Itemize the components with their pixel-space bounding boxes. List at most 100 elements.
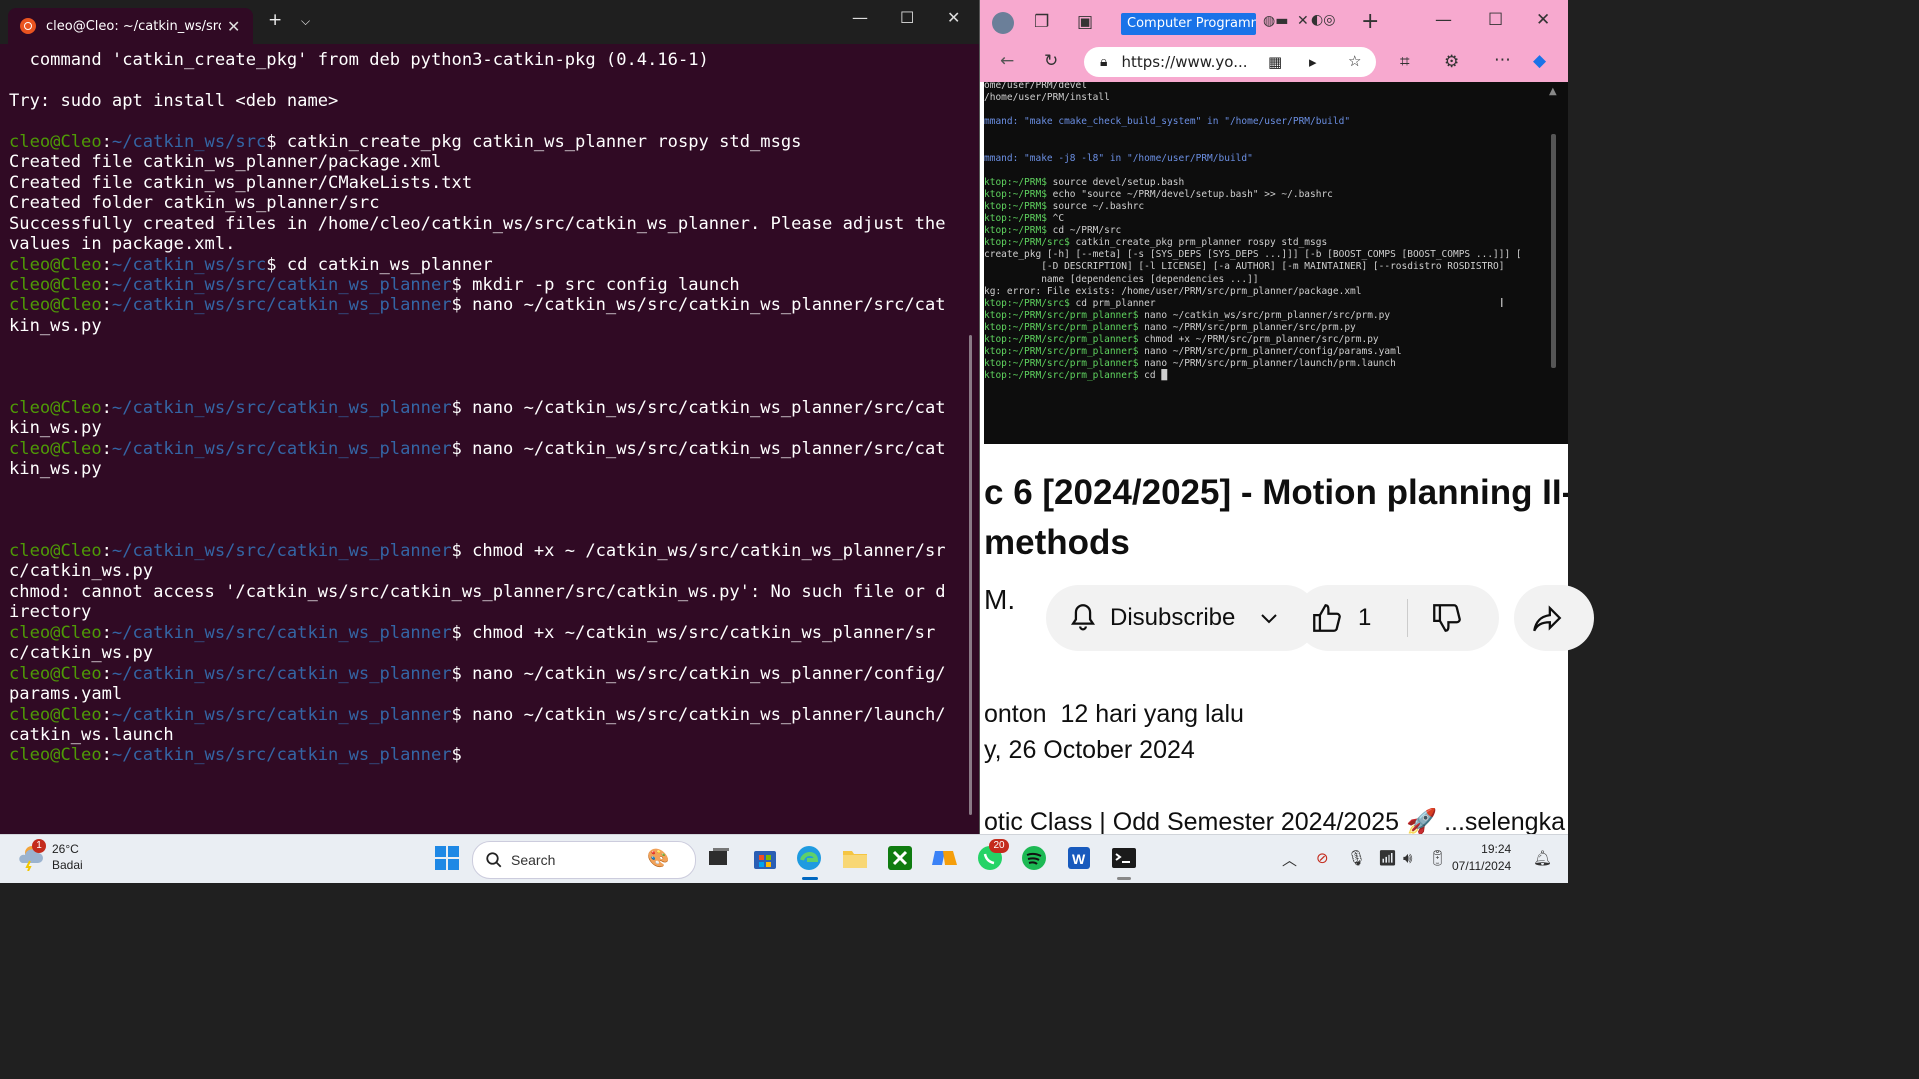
battery-icon[interactable]: 🔋︎ (1428, 849, 1447, 867)
refresh-icon[interactable]: ↻ (1044, 51, 1058, 71)
weather-widget[interactable]: 1 26°C Badai (16, 839, 83, 873)
video-player[interactable]: ome/user/PRM/devel/home/user/PRM/install… (984, 82, 1568, 444)
like-button[interactable]: 1 (1296, 585, 1499, 651)
address-bar[interactable]: 🔒︎ https://www.yo... ▦ ▸ ☆ (1084, 47, 1376, 77)
prompt-separator: : (101, 438, 112, 459)
app-available-icon[interactable]: ▦ (1268, 53, 1282, 71)
active-browser-tab[interactable]: Computer Programmi (1121, 13, 1256, 35)
task-view-button[interactable] (704, 843, 734, 873)
new-tab-icon[interactable]: + (268, 10, 282, 30)
volume-icon[interactable]: 🔊︎ (1403, 849, 1412, 867)
file-explorer-button[interactable] (840, 843, 870, 873)
new-tab-icon[interactable]: + (1361, 9, 1379, 34)
video-terminal-line: name [dependencies [dependencies ...]] (984, 273, 1259, 285)
prompt-separator: : (101, 131, 112, 152)
video-command: cd █ (1138, 370, 1168, 382)
command-text: mkdir -p src config launch (472, 274, 740, 295)
terminal-window[interactable]: cleo@Cleo: ~/catkin_ws/src/c ✕ + ⌵ — ☐ ✕… (0, 0, 980, 834)
close-icon[interactable]: ✕ (1536, 10, 1550, 30)
more-menu-icon[interactable]: ⋯ (1494, 50, 1511, 70)
notification-bell-icon[interactable]: 🔔︎ (1533, 849, 1552, 867)
extensions-icon[interactable]: ⚙ (1444, 52, 1459, 72)
minimize-icon[interactable]: — (1435, 10, 1452, 30)
favorite-star-icon[interactable]: ☆ (1348, 52, 1361, 70)
terminal-output[interactable]: command 'catkin_create_pkg' from deb pyt… (9, 50, 949, 766)
command-text: cd catkin_ws_planner (286, 254, 493, 275)
video-terminal-line: ktop:~/PRM$ ^C (984, 213, 1522, 225)
word-button[interactable]: W (1064, 843, 1094, 873)
prompt-symbol: $ (451, 540, 473, 561)
thumbs-down-icon[interactable] (1430, 601, 1464, 635)
video-terminal-line: create_pkg [-h] [--meta] [-s [SYS_DEPS [… (984, 249, 1522, 261)
terminal-titlebar: cleo@Cleo: ~/catkin_ws/src/c ✕ + ⌵ — ☐ ✕ (0, 0, 979, 44)
whatsapp-button[interactable]: 20 (975, 839, 1009, 873)
start-button[interactable] (432, 843, 462, 873)
active-indicator (802, 877, 818, 880)
terminal-scrollbar[interactable] (969, 335, 972, 815)
video-terminal-line: ktop:~/PRM/src/prm_planner$ cd █ (984, 370, 1522, 382)
share-button[interactable] (1514, 585, 1594, 651)
taskbar-search[interactable]: Search 🎨 (472, 841, 696, 879)
security-alert-icon[interactable]: ⊘ (1316, 849, 1329, 867)
subscribe-button[interactable]: Disubscribe (1046, 585, 1318, 651)
edge-button[interactable] (794, 843, 824, 880)
prompt-separator: : (101, 397, 112, 418)
prompt-separator: : (101, 745, 112, 766)
close-tab-icon[interactable]: ✕ (227, 17, 240, 36)
channel-name[interactable]: M. (984, 584, 1015, 616)
workspaces-icon[interactable]: ❐ (1034, 12, 1049, 32)
copilot-button[interactable] (929, 843, 959, 873)
prompt-user: cleo@Cleo (9, 254, 102, 275)
wifi-icon[interactable]: 📶︎ (1378, 849, 1397, 867)
prompt-user: cleo@Cleo (9, 397, 102, 418)
maximize-icon[interactable]: ☐ (1488, 10, 1503, 30)
tab-actions-icon[interactable]: ▣ (1077, 12, 1093, 32)
prompt-user: cleo@Cleo (9, 131, 102, 152)
terminal-output-line: Created file catkin_ws_planner/package.x… (9, 152, 442, 173)
prompt-symbol: $ (451, 295, 473, 316)
prompt-user: cleo@Cleo (9, 438, 102, 459)
video-terminal-line: ktop:~/PRM/src$ cd prm_planner (984, 298, 1522, 310)
prompt-path: ~/catkin_ws/src (111, 254, 267, 275)
weather-text: 26°C Badai (52, 841, 83, 873)
command-text: catkin_create_pkg catkin_ws_planner rosp… (286, 131, 802, 152)
terminal-button[interactable] (1109, 843, 1139, 880)
chevron-down-icon[interactable]: ⌵ (301, 14, 310, 29)
video-meta-date: y, 26 October 2024 (984, 736, 1195, 764)
video-terminal-frame: ome/user/PRM/devel/home/user/PRM/install… (984, 82, 1522, 382)
video-terminal-line: ktop:~/PRM$ source devel/setup.bash (984, 177, 1522, 189)
maximize-icon[interactable]: ☐ (900, 8, 914, 27)
prompt-separator: : (101, 295, 112, 316)
edge-icon (797, 846, 821, 870)
xbox-button[interactable] (885, 843, 915, 873)
chevron-up-icon[interactable]: ︿ (1282, 849, 1297, 870)
clock[interactable]: 19:24 07/11/2024 (1452, 841, 1511, 875)
close-tab-icon[interactable]: ✕ (1297, 13, 1309, 29)
video-description[interactable]: otic Class | Odd Semester 2024/2025 🚀 ..… (984, 808, 1568, 834)
search-icon (486, 852, 502, 868)
prompt-user: cleo@Cleo (9, 295, 102, 316)
read-aloud-icon[interactable]: ▸ (1309, 53, 1317, 71)
terminal-tab[interactable]: cleo@Cleo: ~/catkin_ws/src/c ✕ (8, 8, 253, 44)
terminal-output-line: Successfully created files in /home/cleo… (9, 213, 956, 255)
store-button[interactable] (750, 843, 780, 873)
video-terminal-line: ome/user/PRM/devel (984, 82, 1087, 91)
profile-avatar[interactable] (992, 12, 1014, 34)
browser-window[interactable]: ❐ ▣ Computer Programmi ◍▬ ✕ ◐◎ + — ☐ ✕ ←… (980, 0, 1594, 834)
video-prompt: ktop:~/PRM/src/prm_planner$ (984, 309, 1139, 321)
back-icon[interactable]: ← (1000, 51, 1014, 71)
close-icon[interactable]: ✕ (947, 8, 960, 27)
minimize-icon[interactable]: — (852, 8, 868, 27)
terminal-icon (1112, 848, 1136, 868)
video-terminal-line: mmand: "make cmake_check_build_system" i… (984, 116, 1351, 128)
prompt-path: ~/catkin_ws/src/catkin_ws_planner (111, 540, 452, 561)
svg-text:W: W (1072, 851, 1086, 867)
video-prompt: ktop:~/PRM/src/prm_planner$ (984, 321, 1139, 333)
prompt-symbol: $ (451, 745, 473, 766)
prompt-path: ~/catkin_ws/src/catkin_ws_planner (111, 622, 452, 643)
spotify-button[interactable] (1019, 843, 1049, 873)
copilot-icon[interactable]: ◆ (1533, 51, 1546, 71)
screenshot-icon[interactable]: ⌗ (1400, 52, 1410, 72)
microphone-icon[interactable]: 🎙︎ (1347, 849, 1366, 867)
terminal-prompt-line: cleo@Cleo:~/catkin_ws/src$ cd catkin_ws_… (9, 255, 949, 275)
